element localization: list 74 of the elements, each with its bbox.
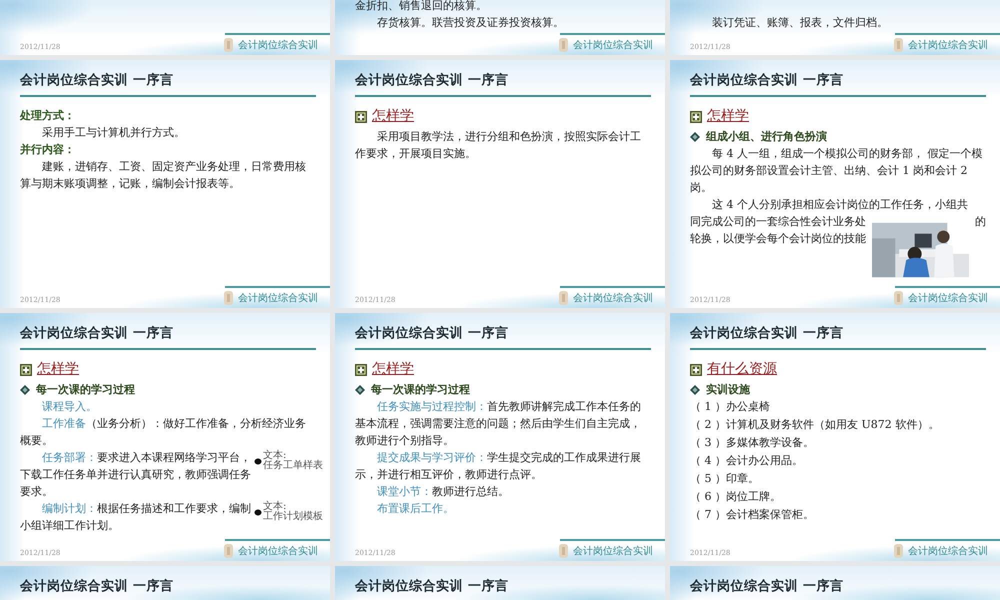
attachment-label: 文本: <box>263 451 286 461</box>
footer-title: 会计岗位综合实训 <box>238 40 318 52</box>
attachment-icon <box>254 508 262 516</box>
paragraph: 课程导入。 <box>41 399 98 415</box>
diamond-icon <box>20 384 30 394</box>
heading: 怎样学 <box>372 107 414 126</box>
slide-title: 会计岗位综合实训 一序言 <box>688 578 845 596</box>
subheading: 组成小组、进行角色扮演 <box>706 129 827 145</box>
paragraph: 采用项目教学法，进行分组和色扮演，按照实际会计工作要求，开展项目实施。 <box>355 129 642 162</box>
heading: 怎样学 <box>707 107 749 126</box>
paragraph: 采用手工与计算机并行方式。 <box>41 125 186 141</box>
logo-icon <box>559 291 568 305</box>
logo-icon <box>894 544 903 558</box>
slide-title: 会计岗位综合实训 一序言 <box>354 578 510 596</box>
paragraph: 每 4 人一组，组成一个模拟公司的财务部， 假定一个模拟公司的财务部设置会计主管、出纳、会计 1 岗和会计 2 岗。 <box>690 146 984 196</box>
text-line: 这 4 个人分别承担相应会计岗位的工作任务，小组共 <box>711 197 968 213</box>
footer-title: 会计岗位综合实训 <box>238 293 318 305</box>
paragraph: 建账，进销存、工资、固定资产业务处理，日常费用核算与期末账项调整，记账，编制会计报表等。 <box>20 159 307 192</box>
slide-title: 会计岗位综合实训 一序言 <box>688 324 845 343</box>
text-line: 同完成公司的一套综合性会计业务处 <box>690 214 866 230</box>
list-item: （ 3 ）多媒体教学设备。 <box>690 435 815 451</box>
paragraph: 课堂小节：教师进行总结。 <box>376 484 510 500</box>
slide-title: 会计岗位综合实训 一序言 <box>688 72 845 90</box>
slide-title: 会计岗位综合实训 一序言 <box>354 72 510 90</box>
paragraph: 提交成果与学习评价：学生提交完成的工作成果进行展示，并进行相互评价，教师进行点评。 <box>355 450 642 483</box>
section-label: 并行内容： <box>20 142 76 158</box>
paragraph: 存货核算。联营投资及证券投资核算。 <box>376 15 565 31</box>
attachment-label: 文本: <box>263 502 286 512</box>
heading: 怎样学 <box>37 360 79 379</box>
paragraph: 工作准备（业务分析）：做好工作准备，分析经济业务概要。 <box>20 416 307 449</box>
paragraph: 装订凭证、账簿、报表，文件归档。 <box>711 15 889 31</box>
text-line: 轮换，以便学会每个会计岗位的技能 <box>690 231 866 247</box>
diamond-icon <box>355 384 365 394</box>
footer-title: 会计岗位综合实训 <box>573 40 653 52</box>
logo-icon <box>894 38 903 52</box>
attachment-label: 工作计划模板 <box>263 512 323 522</box>
list-item: （ 5 ）印章。 <box>690 471 760 487</box>
slide-title: 会计岗位综合实训 一序言 <box>354 324 510 343</box>
paragraph: 任务部署：要求进入本课程网络学习平台，下载工作任务单并进行认真研究，教师强调任务要求。 <box>20 450 252 500</box>
logo-icon <box>559 38 568 52</box>
section-label: 处理方式： <box>20 108 76 124</box>
list-item: （ 7 ）会计档案保管柜。 <box>690 507 815 523</box>
list-item: （ 2 ）计算机及财务软件（如用友 U872 软件）。 <box>690 417 940 433</box>
footer-title: 会计岗位综合实训 <box>908 40 988 52</box>
heading: 有什么资源 <box>707 360 777 379</box>
subheading: 每一次课的学习过程 <box>371 382 470 398</box>
diamond-icon <box>690 132 700 142</box>
attachment-icon <box>254 458 262 464</box>
footer-title: 会计岗位综合实训 <box>908 293 988 305</box>
slide-title: 会计岗位综合实训 一序言 <box>18 324 175 343</box>
paragraph: 编制计划：根据任务描述和工作要求，编制小组详细工作计划。 <box>20 501 252 534</box>
attachment-label: 任务工单样表 <box>263 461 323 471</box>
footer-title: 会计岗位综合实训 <box>573 293 653 305</box>
paragraph: 布置课后工作。 <box>376 501 455 517</box>
logo-icon <box>559 544 568 558</box>
heading: 怎样学 <box>372 360 414 379</box>
logo-icon <box>224 38 233 52</box>
logo-icon <box>224 291 233 305</box>
subheading: 实训设施 <box>706 382 750 398</box>
text-line: 的 <box>975 214 986 230</box>
paragraph: 金折扣、销售退回的核算。 <box>355 0 488 14</box>
list-item: （ 4 ）会计办公用品。 <box>690 453 804 469</box>
footer-title: 会计岗位综合实训 <box>238 546 318 558</box>
paragraph: 任务实施与过程控制：首先教师讲解完成工作本任务的基本流程，强调需要注意的问题；然后由学生们自主完成，教师进行个别指导。 <box>355 399 642 449</box>
slide-title: 会计岗位综合实训 一序言 <box>18 578 175 596</box>
diamond-icon <box>690 384 700 394</box>
footer-title: 会计岗位综合实训 <box>908 546 988 558</box>
slide-title: 会计岗位综合实训 一序言 <box>18 72 175 90</box>
list-item: （ 1 ）办公桌椅 <box>690 399 771 415</box>
logo-icon <box>894 291 903 305</box>
logo-icon <box>224 544 233 558</box>
list-item: （ 6 ）岗位工牌。 <box>690 489 782 505</box>
subheading: 每一次课的学习过程 <box>36 382 135 398</box>
footer-title: 会计岗位综合实训 <box>573 546 653 558</box>
